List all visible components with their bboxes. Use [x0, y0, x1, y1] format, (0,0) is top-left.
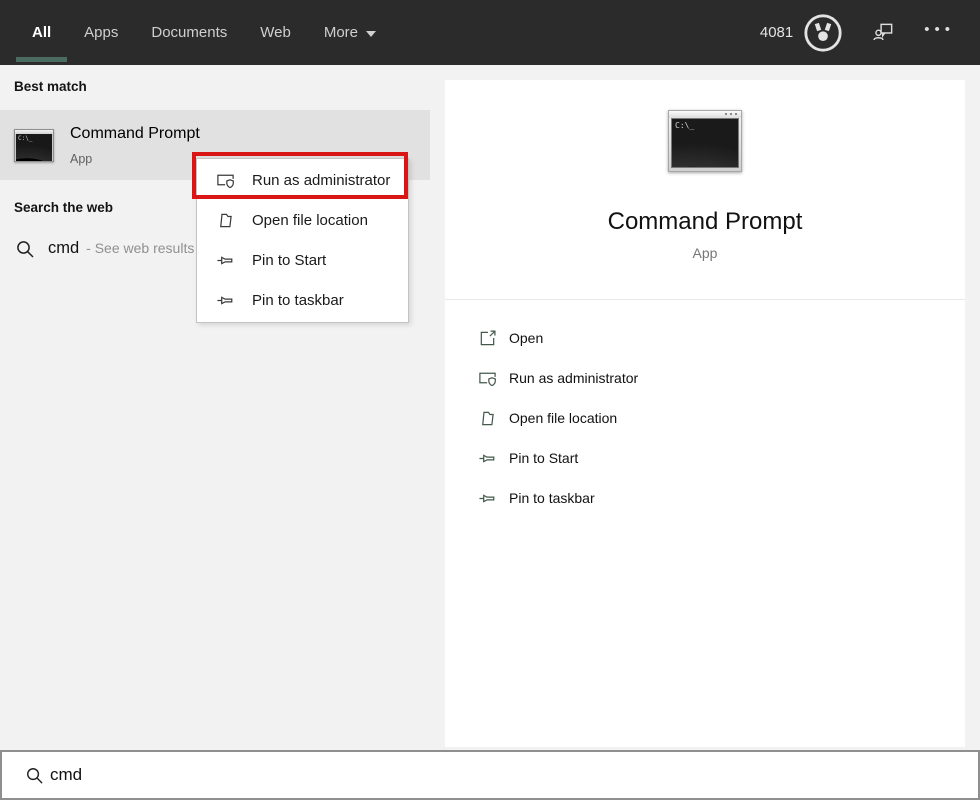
best-match-subtitle: App [70, 152, 93, 166]
search-icon [25, 766, 44, 785]
action-label: Open [509, 330, 544, 346]
tab-documents-label: Documents [151, 24, 228, 41]
action-label: Open file location [509, 410, 618, 426]
run-as-admin-icon [478, 369, 497, 388]
menu-item-label: Pin to Start [252, 251, 327, 269]
pin-icon [216, 291, 235, 310]
folder-icon [216, 211, 235, 230]
command-prompt-icon-large: C:\_ [668, 110, 742, 172]
taskbar-search-box [0, 750, 980, 800]
menu-item-pin-to-taskbar[interactable]: Pin to taskbar [197, 280, 408, 320]
menu-item-label: Run as administrator [252, 171, 391, 189]
search-web-header: Search the web [14, 200, 114, 215]
action-label: Pin to taskbar [509, 490, 595, 506]
action-label: Pin to Start [509, 450, 579, 466]
app-subtitle: App [692, 245, 718, 261]
app-title: Command Prompt [607, 208, 803, 235]
search-input[interactable] [50, 752, 950, 798]
web-query-text: cmd - See web results [48, 239, 195, 257]
rewards-points: 4081 [759, 24, 794, 41]
action-label: Run as administrator [509, 370, 639, 386]
tab-apps-label: Apps [84, 24, 119, 41]
tab-web[interactable]: Web [260, 0, 291, 65]
topbar-right-cluster: 4081 ••• [760, 0, 955, 65]
best-match-header: Best match [14, 79, 87, 94]
pin-icon [216, 251, 235, 270]
open-icon [478, 329, 497, 348]
rewards-medal-icon [803, 13, 843, 53]
app-details-panel: C:\_ Command Prompt App Open Run as admi… [445, 80, 965, 747]
folder-icon [478, 409, 497, 428]
pin-icon [478, 449, 497, 468]
action-open[interactable]: Open [445, 318, 965, 358]
filter-tabs: All Apps Documents Web More [0, 0, 377, 65]
feedback-icon[interactable] [872, 21, 895, 44]
web-suffix-text: - See web results [86, 240, 195, 256]
app-actions-list: Open Run as administrator Open file loca… [445, 318, 965, 518]
run-as-admin-icon [216, 171, 235, 190]
command-prompt-icon: C:\_ [14, 129, 54, 162]
menu-item-pin-to-start[interactable]: Pin to Start [197, 240, 408, 280]
tab-apps[interactable]: Apps [84, 0, 118, 65]
menu-item-run-as-administrator[interactable]: Run as administrator [197, 160, 408, 200]
action-pin-to-start[interactable]: Pin to Start [445, 438, 965, 478]
menu-item-label: Open file location [252, 211, 368, 229]
pin-icon [478, 489, 497, 508]
tab-all-label: All [32, 24, 52, 41]
tab-more[interactable]: More [323, 0, 377, 65]
action-run-as-administrator[interactable]: Run as administrator [445, 358, 965, 398]
context-menu: Run as administrator Open file location … [196, 158, 409, 323]
tab-more-label: More [323, 24, 359, 41]
search-icon [15, 239, 35, 259]
action-open-file-location[interactable]: Open file location [445, 398, 965, 438]
best-match-title: Command Prompt [70, 125, 200, 142]
chevron-down-icon [366, 30, 377, 37]
menu-item-label: Pin to taskbar [252, 291, 344, 309]
more-options-icon[interactable]: ••• [924, 22, 955, 43]
tab-all[interactable]: All [15, 0, 68, 65]
tab-documents[interactable]: Documents [151, 0, 227, 65]
tab-web-label: Web [260, 24, 291, 41]
rewards-button[interactable]: 4081 [760, 13, 843, 53]
action-pin-to-taskbar[interactable]: Pin to taskbar [445, 478, 965, 518]
menu-item-open-file-location[interactable]: Open file location [197, 200, 408, 240]
app-details-header: C:\_ Command Prompt App [445, 80, 965, 300]
search-filter-bar: All Apps Documents Web More 4081 ••• [0, 0, 980, 65]
